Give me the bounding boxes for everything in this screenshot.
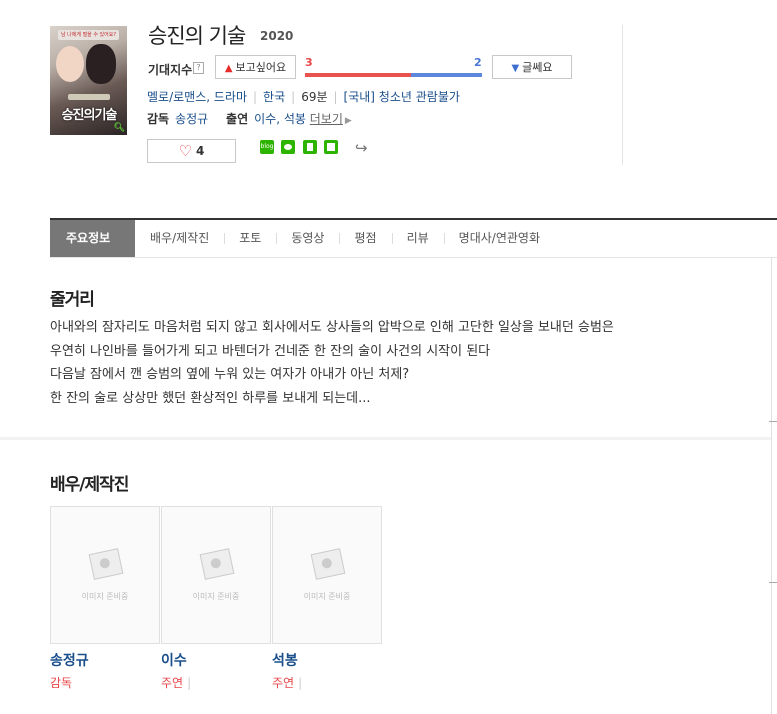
divider <box>769 582 777 583</box>
cast-label: 출연 <box>226 112 249 126</box>
profile-placeholder[interactable]: 이미지 준비중 <box>272 506 382 644</box>
rating-link[interactable]: [국내] 청소년 관람불가 <box>344 90 460 104</box>
zoom-icon[interactable]: 🔍︎ <box>114 123 125 133</box>
share-icon[interactable]: ↪ <box>355 139 368 157</box>
crew-role: 주연 <box>272 676 295 690</box>
director-link[interactable]: 송정규 <box>175 112 208 126</box>
want-to-see-button[interactable]: ▲ 보고싶어요 <box>215 55 296 79</box>
crew-name[interactable]: 석봉 <box>272 650 382 670</box>
divider <box>769 421 777 422</box>
person-image-icon <box>310 548 346 580</box>
help-icon[interactable]: ? <box>193 62 204 74</box>
expectation-bar <box>305 73 482 77</box>
tab-cast-crew[interactable]: 배우/제작진 <box>135 220 224 257</box>
tab-video[interactable]: 동영상 <box>276 220 339 257</box>
cast-link[interactable]: 이수, 석봉 <box>254 112 306 126</box>
plot-line: 우연히 나인바를 들어가게 되고 바텐더가 건네준 한 잔의 술이 사건의 시작… <box>50 343 491 359</box>
separator: | <box>291 90 296 104</box>
poster-title: 승진의기술 <box>61 108 118 123</box>
chevron-right-icon: ▶ <box>344 116 352 126</box>
doubt-label: 글쎄요 <box>522 61 553 74</box>
plot-heading: 줄거리 <box>50 290 95 310</box>
runtime: 69분 <box>301 90 328 104</box>
like-count: 4 <box>196 144 205 158</box>
more-credits-link[interactable]: 더보기 <box>310 112 343 126</box>
doubt-button[interactable]: ▼ 글쎄요 <box>492 55 572 79</box>
crew-role: 주연 <box>161 676 184 690</box>
blog-share-icon[interactable]: blog <box>260 140 274 154</box>
tab-review[interactable]: 리뷰 <box>391 220 444 257</box>
want-count: 3 <box>305 56 313 69</box>
plot-line: 아내와의 잠자리도 마음처럼 되지 않고 회사에서도 상사들의 압박으로 인해 … <box>50 320 614 335</box>
person-image-icon <box>199 548 235 580</box>
plot-line: 다음날 잠에서 깬 승범의 옆에 누워 있는 여자가 아내가 아닌 처제? <box>50 367 410 382</box>
poster-badge <box>68 94 110 100</box>
crew-list: 이미지 준비중 송정규 감독 이미지 준비중 이수 주연 | 이미지 준비중 석봉… <box>50 506 383 691</box>
genre-link[interactable]: 멜로/로맨스, 드라마 <box>147 90 247 104</box>
thumbs-down-icon: ▼ <box>511 63 520 74</box>
movie-poster[interactable]: 남 나에게 벌을 수 있어요? 승진의기술 🔍︎ <box>50 26 127 135</box>
profile-placeholder[interactable]: 이미지 준비중 <box>161 506 271 644</box>
separator: | <box>333 90 338 104</box>
crew-heading: 배우/제작진 <box>50 475 129 495</box>
plot-text: 아내와의 잠자리도 마음처럼 되지 않고 회사에서도 상사들의 압박으로 인해 … <box>50 316 710 410</box>
band-share-icon[interactable] <box>281 140 295 154</box>
profile-placeholder[interactable]: 이미지 준비중 <box>50 506 160 644</box>
right-border <box>771 257 772 714</box>
crew-card[interactable]: 이미지 준비중 이수 주연 | <box>161 506 271 691</box>
doubt-count: 2 <box>474 56 482 69</box>
role-separator: | <box>187 676 192 690</box>
divider <box>622 25 623 165</box>
tab-bar: 주요정보 배우/제작진 포토 동영상 평점 리뷰 명대사/연관영화 <box>50 220 777 258</box>
expectation-label: 기대지수 <box>148 63 193 77</box>
credits: 감독 송정규 출연 이수, 석봉 더보기 ▶ <box>147 110 352 127</box>
person-image-icon <box>88 548 124 580</box>
movie-title: 승진의 기술 <box>148 24 246 48</box>
crew-name[interactable]: 송정규 <box>50 650 160 670</box>
tab-main-info[interactable]: 주요정보 <box>50 220 135 257</box>
plot-line: 한 잔의 술로 상상만 했던 환상적인 하루를 보내게 되는데... <box>50 390 371 406</box>
expectation-bar-fill <box>305 73 412 77</box>
director-label: 감독 <box>147 112 170 126</box>
placeholder-caption: 이미지 준비중 <box>81 592 129 601</box>
movie-year: 2020 <box>260 29 294 43</box>
heart-icon: ♡ <box>178 142 193 160</box>
keep-share-icon[interactable] <box>303 140 317 154</box>
placeholder-caption: 이미지 준비중 <box>303 592 351 601</box>
country-link[interactable]: 한국 <box>263 90 285 104</box>
crew-name[interactable]: 이수 <box>161 650 271 670</box>
tab-score[interactable]: 평점 <box>339 220 391 257</box>
crew-card[interactable]: 이미지 준비중 석봉 주연 | <box>272 506 382 691</box>
crew-role: 감독 <box>50 676 73 690</box>
thumbs-up-icon: ▲ <box>224 63 233 74</box>
like-button[interactable]: ♡ 4 <box>147 139 236 163</box>
poster-figure <box>56 46 84 82</box>
role-separator: | <box>298 676 303 690</box>
tab-photo[interactable]: 포토 <box>224 220 276 257</box>
placeholder-caption: 이미지 준비중 <box>192 592 240 601</box>
poster-tagline: 남 나에게 벌을 수 있어요? <box>58 30 119 40</box>
section-divider <box>0 437 771 440</box>
poster-figure <box>86 44 116 84</box>
crew-card[interactable]: 이미지 준비중 송정규 감독 <box>50 506 160 691</box>
movie-meta: 멜로/로맨스, 드라마 | 한국 | 69분 | [국내] 청소년 관람불가 <box>147 88 460 105</box>
tab-quotes-related[interactable]: 명대사/연관영화 <box>443 220 555 257</box>
separator: | <box>253 90 258 104</box>
memo-share-icon[interactable] <box>324 140 338 154</box>
want-to-see-label: 보고싶어요 <box>235 61 287 74</box>
